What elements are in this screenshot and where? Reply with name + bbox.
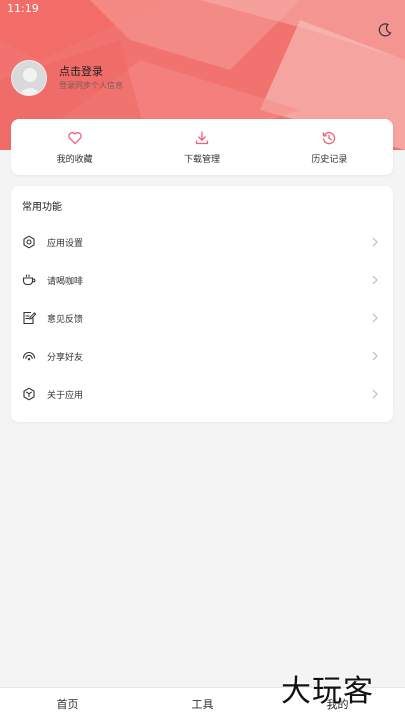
chevron-right-icon <box>372 275 378 285</box>
favorites-button[interactable]: 我的收藏 <box>11 119 138 175</box>
status-bar: 11:19 <box>0 0 405 18</box>
tab-home[interactable]: 首页 <box>0 688 135 720</box>
status-time: 11:19 <box>7 2 39 15</box>
login-entry[interactable]: 点击登录 登录同步个人信息 <box>11 59 123 97</box>
menu-item-feedback[interactable]: 意见反馈 <box>11 299 393 337</box>
menu-item-share[interactable]: 分享好友 <box>11 337 393 375</box>
share-icon <box>22 352 36 361</box>
heart-icon <box>67 132 82 145</box>
history-button[interactable]: 历史记录 <box>266 119 393 175</box>
menu-item-label: 关于应用 <box>47 390 84 401</box>
menu-item-label: 意见反馈 <box>47 314 84 325</box>
feedback-icon <box>23 311 36 325</box>
history-icon <box>323 131 336 145</box>
downloads-label: 下载管理 <box>183 155 220 165</box>
watermark: 大玩客 <box>281 674 374 709</box>
tab-tools[interactable]: 工具 <box>135 688 270 720</box>
favorites-label: 我的收藏 <box>56 155 93 165</box>
about-icon <box>23 387 35 401</box>
quick-actions-card: 我的收藏 下载管理 历史记录 <box>11 119 393 175</box>
chevron-right-icon <box>372 389 378 399</box>
download-icon <box>195 131 209 145</box>
login-title[interactable]: 点击登录 <box>59 64 123 79</box>
gear-icon <box>23 235 35 249</box>
user-avatar-icon[interactable] <box>11 60 47 96</box>
menu-item-about[interactable]: 关于应用 <box>11 375 393 413</box>
menu-item-label: 请喝咖啡 <box>47 276 84 287</box>
menu-item-app-settings[interactable]: 应用设置 <box>11 223 393 261</box>
moon-icon[interactable] <box>377 22 393 38</box>
menu-item-label: 应用设置 <box>47 238 84 249</box>
chevron-right-icon <box>372 237 378 247</box>
chevron-right-icon <box>372 313 378 323</box>
chevron-right-icon <box>372 351 378 361</box>
downloads-button[interactable]: 下载管理 <box>138 119 265 175</box>
common-functions-card: 常用功能 应用设置 请喝咖啡 意见反馈 分享好友 关于应用 <box>11 186 393 422</box>
login-subtitle: 登录同步个人信息 <box>59 81 123 90</box>
history-label: 历史记录 <box>311 155 348 165</box>
menu-item-label: 分享好友 <box>47 352 84 363</box>
menu-item-buy-coffee[interactable]: 请喝咖啡 <box>11 261 393 299</box>
coffee-icon <box>22 274 36 286</box>
section-title: 常用功能 <box>22 202 62 213</box>
